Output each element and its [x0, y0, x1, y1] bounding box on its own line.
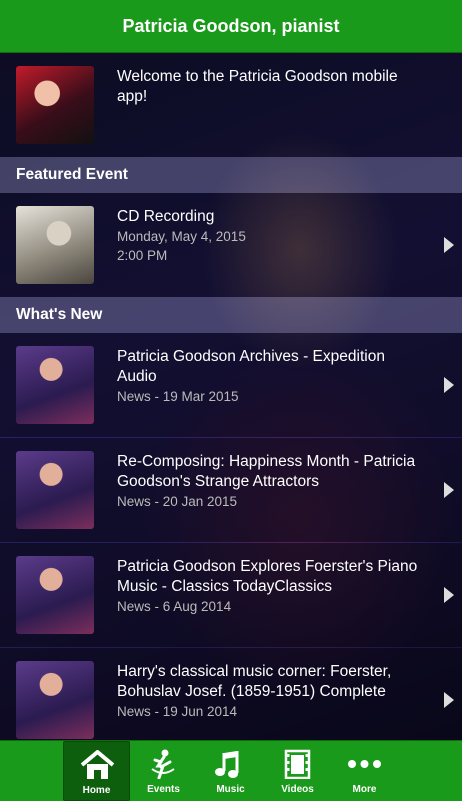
- tab-more[interactable]: More: [331, 741, 398, 801]
- news-item[interactable]: Patricia Goodson Explores Foerster's Pia…: [0, 543, 462, 647]
- music-icon: [215, 751, 239, 778]
- event-thumbnail: [16, 206, 94, 284]
- news-thumbnail: [16, 451, 94, 529]
- videos-icon: [284, 749, 311, 779]
- welcome-thumbnail: [16, 66, 94, 144]
- section-featured-event: Featured Event: [0, 157, 462, 193]
- tab-label: Music: [216, 784, 245, 795]
- home-icon: [80, 750, 115, 779]
- news-meta: News - 20 Jan 2015: [117, 494, 238, 509]
- tab-music[interactable]: Music: [197, 741, 264, 801]
- news-meta: News - 19 Jun 2014: [117, 704, 238, 719]
- chevron-right-icon: [444, 482, 454, 498]
- event-time: 2:00 PM: [117, 248, 168, 263]
- tab-home[interactable]: Home: [63, 741, 130, 801]
- news-thumbnail: [16, 346, 94, 424]
- chevron-right-icon: [444, 587, 454, 603]
- tab-label: Videos: [281, 784, 314, 795]
- news-thumbnail: [16, 661, 94, 739]
- more-icon: [348, 760, 381, 768]
- tab-videos[interactable]: Videos: [264, 741, 331, 801]
- news-title: Harry's classical music corner: Foerster…: [117, 663, 392, 700]
- section-heading: What's New: [16, 306, 103, 323]
- tab-bar: Home Events Music Videos More: [0, 740, 462, 801]
- news-item[interactable]: Harry's classical music corner: Foerster…: [0, 648, 462, 740]
- tab-label: More: [352, 784, 377, 795]
- welcome-row[interactable]: Welcome to the Patricia Goodson mobile a…: [0, 53, 462, 157]
- app-header: Patricia Goodson, pianist: [0, 0, 462, 53]
- tab-label: Home: [82, 785, 111, 796]
- news-item[interactable]: Patricia Goodson Archives - Expedition A…: [0, 333, 462, 437]
- section-heading: Featured Event: [16, 166, 128, 183]
- page-title: Patricia Goodson, pianist: [122, 15, 340, 36]
- chevron-right-icon: [444, 237, 454, 253]
- news-item[interactable]: Re-Composing: Happiness Month - Patricia…: [0, 438, 462, 542]
- news-title: Patricia Goodson Archives - Expedition A…: [117, 348, 385, 385]
- event-title: CD Recording: [117, 208, 215, 225]
- welcome-text: Welcome to the Patricia Goodson mobile a…: [117, 68, 398, 105]
- tab-events[interactable]: Events: [130, 741, 197, 801]
- events-icon: [151, 749, 175, 779]
- section-whats-new: What's New: [0, 297, 462, 333]
- tab-label: Events: [147, 784, 180, 795]
- featured-event-row[interactable]: CD Recording Monday, May 4, 2015 2:00 PM: [0, 193, 462, 297]
- event-date: Monday, May 4, 2015: [117, 229, 246, 244]
- news-thumbnail: [16, 556, 94, 634]
- news-meta: News - 6 Aug 2014: [117, 599, 232, 614]
- news-meta: News - 19 Mar 2015: [117, 389, 239, 404]
- chevron-right-icon: [444, 692, 454, 708]
- chevron-right-icon: [444, 377, 454, 393]
- news-title: Patricia Goodson Explores Foerster's Pia…: [117, 558, 418, 595]
- news-title: Re-Composing: Happiness Month - Patricia…: [117, 453, 416, 490]
